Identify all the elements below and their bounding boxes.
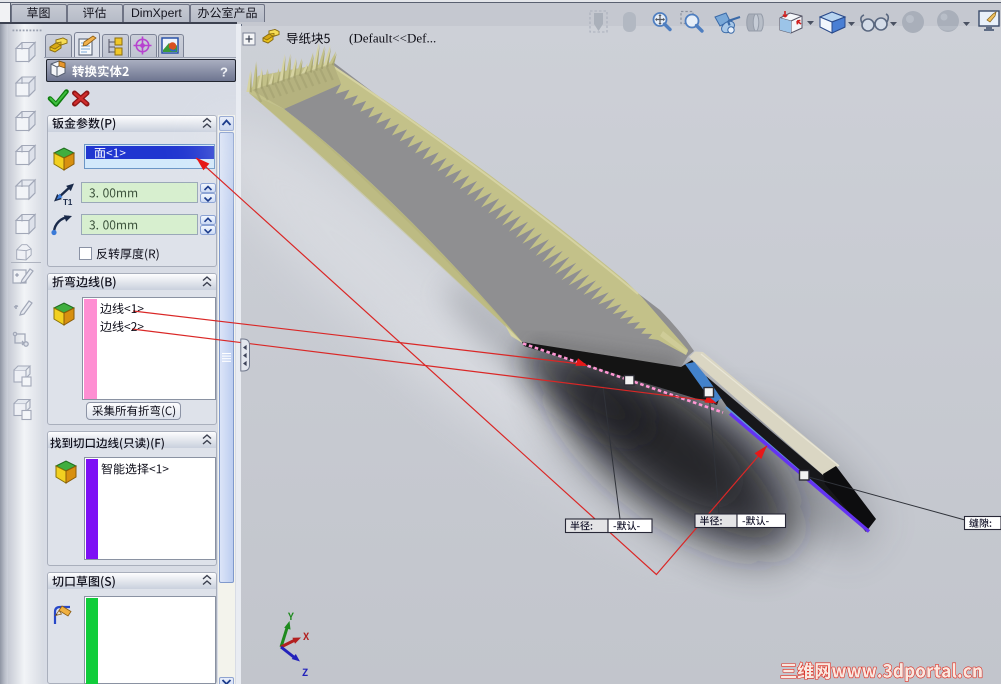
svg-text:T1: T1 [63,198,73,207]
svg-text:(Default<<Def...: (Default<<Def... [349,31,436,46]
svg-text:?: ? [220,65,228,80]
svg-text:DimXpert: DimXpert [131,6,182,20]
